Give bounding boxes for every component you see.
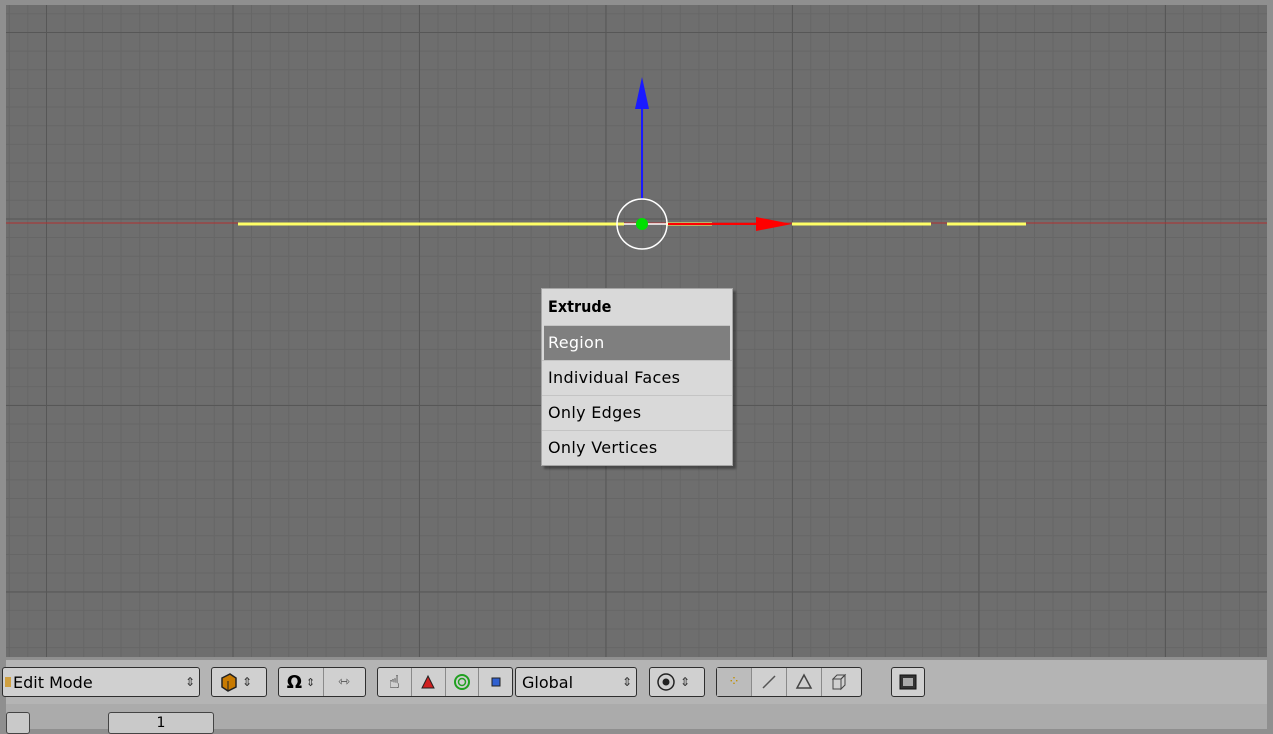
rotate-icon xyxy=(453,674,470,690)
3d-viewport[interactable]: Extrude Region Individual Faces Only Edg… xyxy=(6,5,1267,657)
draw-type-button[interactable]: ⇕ xyxy=(211,667,267,697)
select-mode-group: ⁘ xyxy=(716,667,862,697)
render-button[interactable] xyxy=(891,667,925,697)
vertex-select-icon: ⁘ xyxy=(728,674,740,690)
snap-button[interactable]: ⇿ xyxy=(324,668,364,696)
pivot-button[interactable]: ⇕ xyxy=(649,667,705,697)
pivot-icon xyxy=(656,672,676,692)
frame-field[interactable]: 1 xyxy=(108,712,214,734)
editor-type-button[interactable] xyxy=(6,712,30,734)
mode-select[interactable]: Edit Mode ⇕ xyxy=(2,667,200,697)
updown-arrows-icon: ⇕ xyxy=(679,675,691,689)
render-icon xyxy=(899,674,917,690)
menu-item-region[interactable]: Region xyxy=(544,325,730,360)
omega-icon: Ω xyxy=(286,671,303,693)
solid-cube-icon xyxy=(218,672,238,692)
orientation-select[interactable]: Global ⇕ xyxy=(515,667,637,697)
mode-select-value: Edit Mode xyxy=(13,672,93,692)
edge-select-button[interactable] xyxy=(752,668,787,696)
orientation-select-value: Global xyxy=(522,672,574,692)
updown-arrows-icon: ⇕ xyxy=(184,675,196,689)
menu-item-only-vertices[interactable]: Only Vertices xyxy=(542,430,732,465)
manipulator-center[interactable] xyxy=(636,218,648,230)
rotate-manipulator-button[interactable] xyxy=(446,668,480,696)
3d-view-header: Edit Mode ⇕ ⇕ Ω ⇕ ⇿ ☝ Global ⇕ ⇕ ⁘ xyxy=(2,658,1267,706)
updown-arrows-icon: ⇕ xyxy=(621,675,633,689)
timeline-header: 1 xyxy=(6,704,1267,734)
z-arrow-head[interactable] xyxy=(635,77,649,109)
extrude-menu-title: Extrude xyxy=(548,297,612,316)
translate-manipulator-button[interactable] xyxy=(412,668,446,696)
face-select-button[interactable] xyxy=(787,668,822,696)
updown-arrows-icon: ⇕ xyxy=(241,675,253,689)
manipulator-toggle-button[interactable]: ☝ xyxy=(378,668,412,696)
pivot-snap-group: Ω ⇕ ⇿ xyxy=(278,667,366,697)
scale-icon xyxy=(491,677,501,687)
occlude-icon xyxy=(831,673,847,691)
scale-manipulator-button[interactable] xyxy=(479,668,512,696)
snap-icon: ⇿ xyxy=(338,674,350,690)
vertex-select-button[interactable]: ⁘ xyxy=(717,668,752,696)
occlude-button[interactable] xyxy=(822,668,856,696)
shading-button[interactable]: Ω ⇕ xyxy=(279,668,324,696)
extrude-menu: Extrude Region Individual Faces Only Edg… xyxy=(541,288,733,466)
face-select-icon xyxy=(795,673,813,689)
menu-item-only-edges[interactable]: Only Edges xyxy=(542,395,732,430)
x-arrow-head[interactable] xyxy=(756,217,792,231)
manipulator-group: ☝ xyxy=(377,667,513,697)
hand-icon: ☝ xyxy=(388,671,400,693)
menu-item-individual-faces[interactable]: Individual Faces xyxy=(542,360,732,395)
translate-icon xyxy=(421,674,435,689)
edge-select-icon xyxy=(762,675,776,689)
